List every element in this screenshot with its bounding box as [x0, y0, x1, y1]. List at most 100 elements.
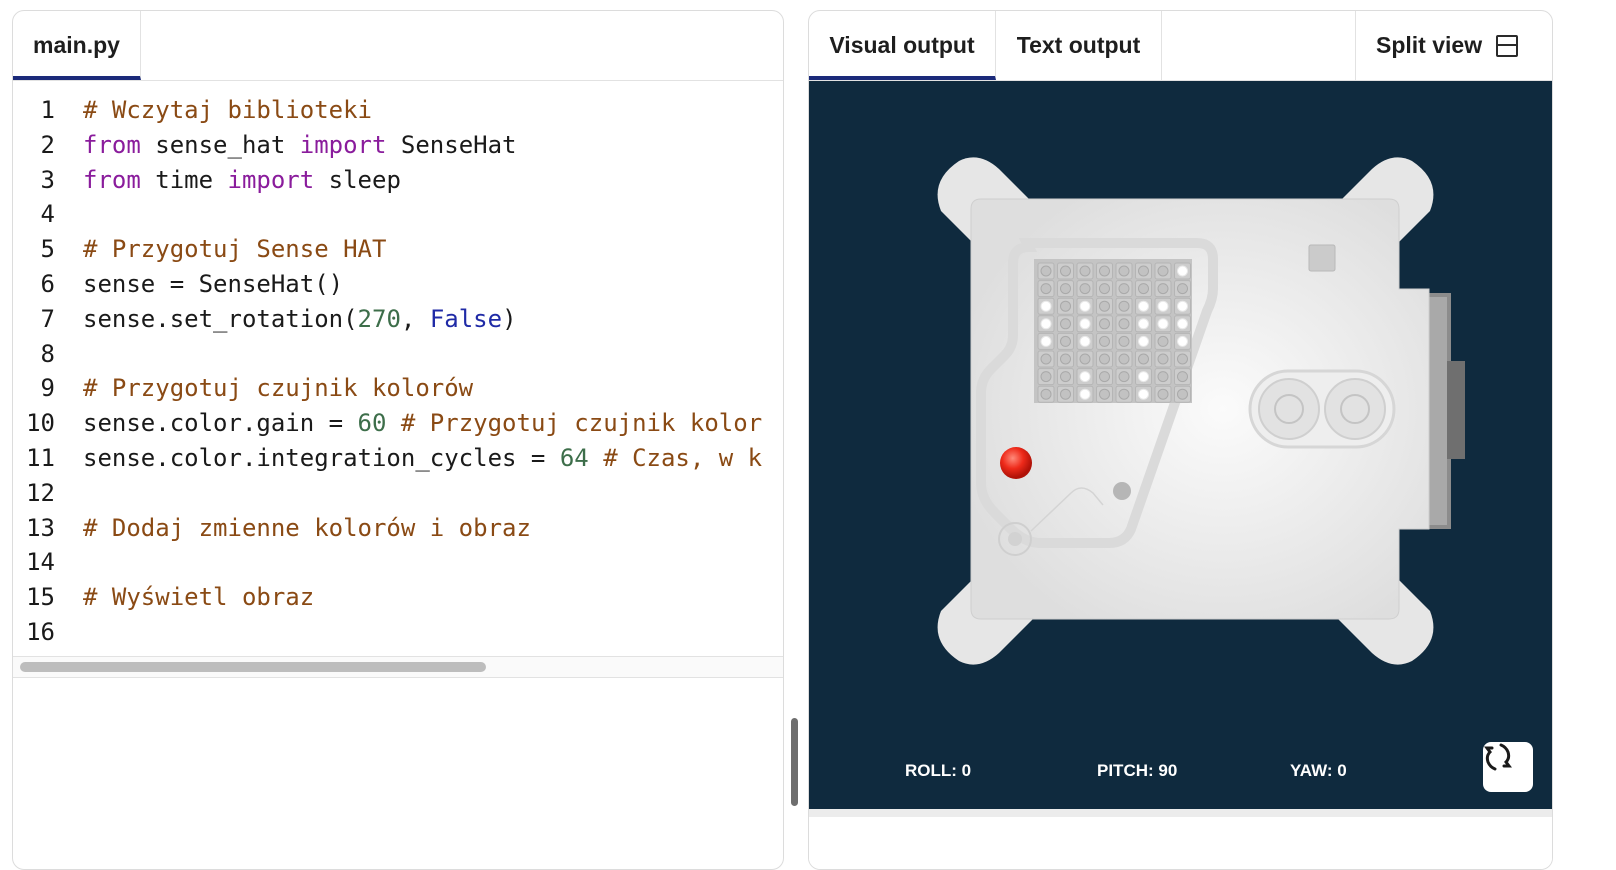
code-token: import: [227, 165, 315, 194]
code-token: from: [83, 165, 141, 194]
code-line[interactable]: 10 sense.color.gain = 60 # Przygotuj czuj…: [13, 406, 783, 441]
led-off: [1118, 371, 1130, 383]
led-off: [1040, 353, 1052, 365]
code-line[interactable]: 13 # Dodaj zmienne kolorów i obraz: [13, 511, 783, 546]
code-line[interactable]: 1 # Wczytaj biblioteki: [13, 93, 783, 128]
line-number: 8: [40, 339, 55, 368]
reset-orientation-icon: [1484, 743, 1512, 771]
split-view-icon: [1496, 34, 1519, 57]
horizontal-scrollbar[interactable]: [13, 656, 783, 678]
code-line[interactable]: 6 sense = SenseHat(): [13, 267, 783, 302]
line-number: 9: [40, 374, 55, 403]
led-on: [1079, 318, 1091, 330]
output-tab-bar: Visual output Text output Split view: [809, 11, 1552, 81]
code-line[interactable]: 12: [13, 476, 783, 511]
code-token: 60: [357, 409, 387, 438]
small-component: [1113, 482, 1131, 500]
led-on: [1138, 388, 1149, 400]
led-off: [1157, 371, 1169, 383]
code-line[interactable]: 9 # Przygotuj czujnik kolorów: [13, 371, 783, 406]
panel-resize-handle[interactable]: [791, 718, 798, 806]
code-line[interactable]: 5 # Przygotuj Sense HAT: [13, 232, 783, 267]
led-on: [1138, 300, 1149, 312]
sensor-chip: [1308, 244, 1336, 272]
code-line[interactable]: 3 from time import sleep: [13, 163, 783, 198]
led-on: [1138, 371, 1149, 383]
led-off: [1060, 283, 1071, 295]
reset-orientation-button[interactable]: [1483, 742, 1533, 792]
line-number: 4: [40, 200, 55, 229]
output-panel: Visual output Text output Split view ROL…: [808, 10, 1553, 870]
led-off: [1177, 283, 1188, 295]
code-token: SenseHat: [386, 130, 517, 159]
split-view-button[interactable]: Split view: [1355, 11, 1552, 80]
code-line[interactable]: 7 sense.set_rotation(270, False): [13, 302, 783, 337]
led-on: [1177, 318, 1188, 330]
led-on: [1138, 335, 1149, 347]
horizontal-scrollbar-thumb[interactable]: [20, 662, 486, 672]
line-number: 2: [40, 130, 55, 159]
line-text: sense.color.gain = 60 # Przygotuj czujni…: [83, 406, 762, 441]
code-token: sense.color.gain =: [83, 409, 358, 438]
led-off: [1157, 388, 1169, 400]
led-off: [1118, 300, 1130, 312]
led-off: [1060, 265, 1071, 277]
code-line[interactable]: 8: [13, 337, 783, 372]
code-token: sleep: [314, 165, 401, 194]
code-line[interactable]: 15 # Wyświetl obraz: [13, 580, 783, 615]
line-text: from time import sleep: [83, 163, 401, 198]
line-number: 10: [26, 409, 55, 438]
code-token: # Przygotuj czujnik kolor: [400, 409, 763, 438]
led-off: [1118, 283, 1130, 295]
led-off: [1157, 353, 1169, 365]
led-on: [1177, 335, 1188, 347]
code-token: time: [140, 165, 228, 194]
line-text: # Wczytaj biblioteki: [83, 93, 372, 128]
line-number: 13: [26, 513, 55, 542]
led-off: [1099, 353, 1110, 365]
code-line[interactable]: 16: [13, 615, 783, 650]
line-number: 7: [40, 304, 55, 333]
line-text: # Wyświetl obraz: [83, 580, 314, 615]
line-number: 6: [40, 270, 55, 298]
led-off: [1138, 283, 1149, 295]
led-off: [1177, 388, 1188, 400]
code-token: 270: [357, 304, 401, 333]
led-off: [1079, 353, 1091, 365]
led-off: [1099, 335, 1110, 347]
code-line[interactable]: 11 sense.color.integration_cycles = 64 # …: [13, 441, 783, 476]
file-tab-main-py[interactable]: main.py: [13, 11, 141, 80]
led-off: [1177, 371, 1188, 383]
line-text: sense.color.integration_cycles = 64 # Cz…: [83, 441, 762, 476]
led-off: [1040, 371, 1052, 383]
led-off: [1060, 318, 1071, 330]
line-text: sense.set_rotation(270, False): [83, 302, 517, 337]
code-token: sense.color.integration_cycles =: [83, 444, 560, 472]
led-off: [1040, 388, 1052, 400]
code-line[interactable]: 14: [13, 545, 783, 580]
code-token: sense.set_rotation(: [83, 304, 358, 333]
code-line[interactable]: 2 from sense_hat import SenseHat: [13, 128, 783, 163]
yaw-readout: YAW: 0: [1290, 761, 1347, 780]
code-editor[interactable]: 1 # Wczytaj biblioteki 2 from sense_hat imp…: [13, 93, 783, 663]
pitch-readout: PITCH: 90: [1097, 761, 1178, 780]
led-on: [1157, 300, 1169, 312]
code-token: # Dodaj zmienne kolorów i obraz: [83, 513, 531, 542]
led-off: [1118, 335, 1130, 347]
tab-visual-output[interactable]: Visual output: [809, 11, 996, 80]
led-off: [1040, 283, 1052, 295]
led-off: [1099, 388, 1110, 400]
led-off: [1079, 265, 1091, 277]
tab-text-output[interactable]: Text output: [996, 11, 1162, 80]
led-off: [1060, 353, 1071, 365]
led-off: [1099, 318, 1110, 330]
code-token: sense_hat: [140, 130, 300, 159]
led-on: [1157, 318, 1169, 330]
code-token: # Wyświetl obraz: [83, 583, 315, 612]
code-line[interactable]: 4: [13, 197, 783, 232]
line-number: 3: [40, 165, 55, 194]
editor-tab-bar: main.py: [13, 11, 783, 81]
code-token: 64: [559, 444, 589, 472]
sense-hat-board-graphic[interactable]: [809, 81, 1552, 809]
led-off: [1060, 371, 1071, 383]
